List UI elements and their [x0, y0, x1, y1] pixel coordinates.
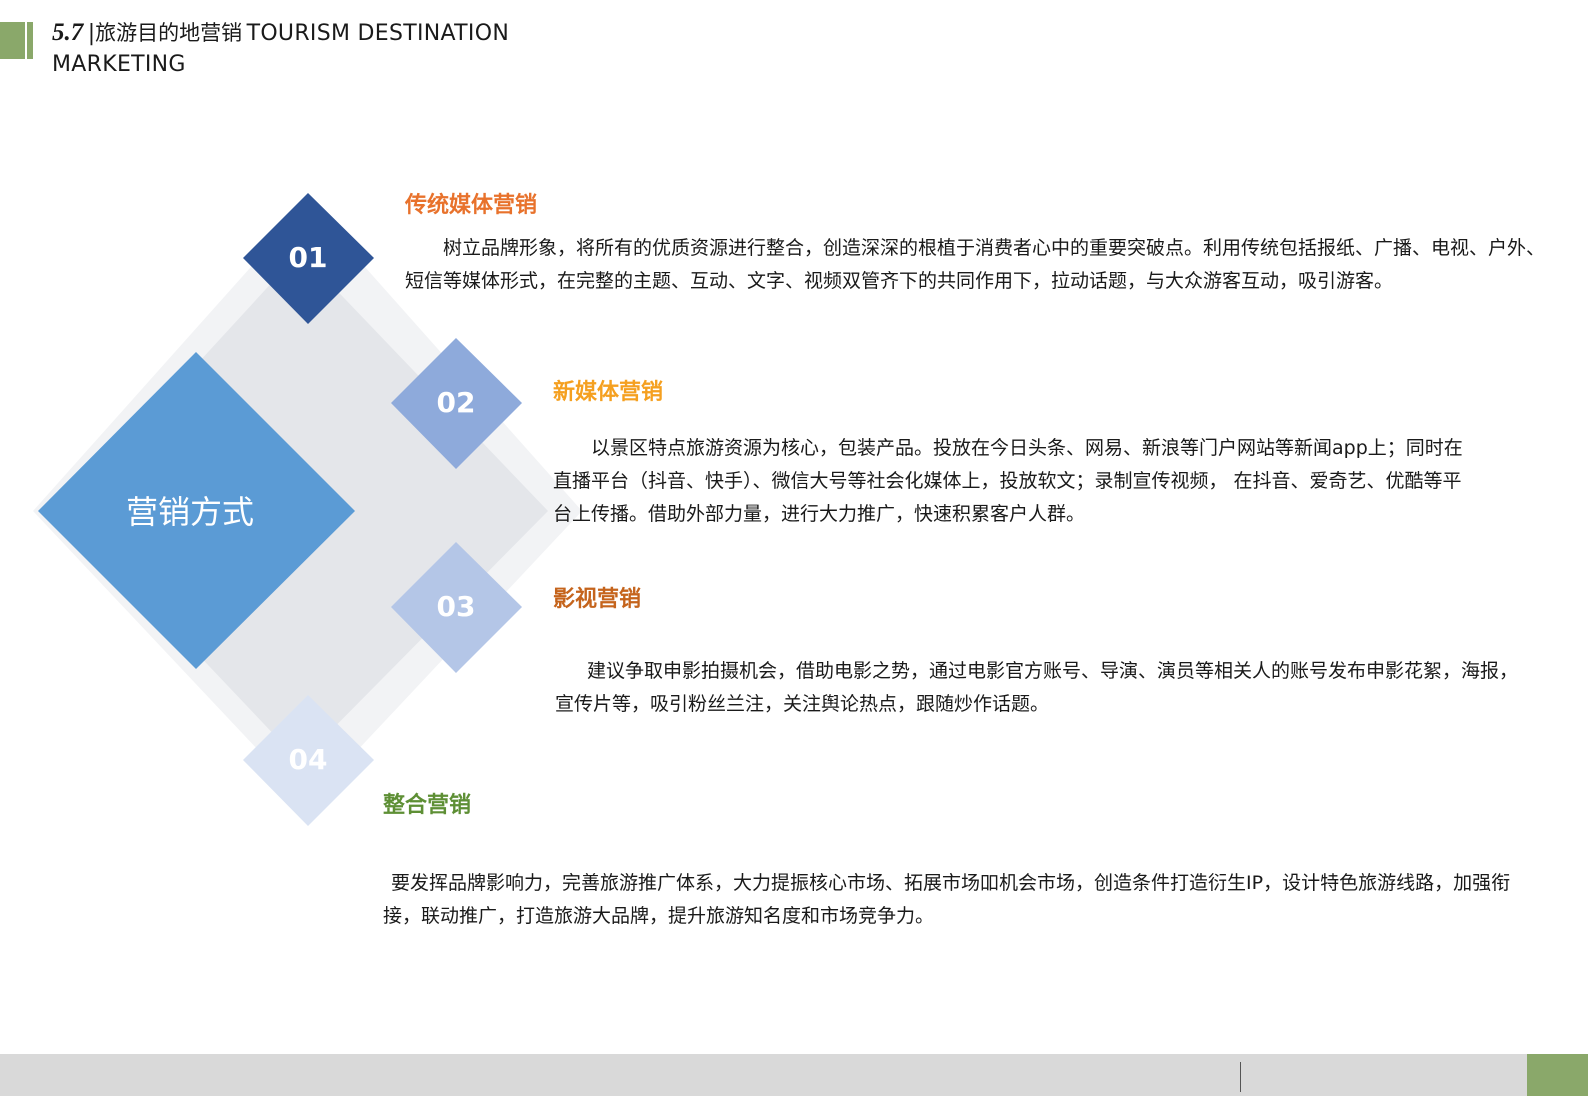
footer-bar	[0, 1054, 1588, 1096]
item-04-text: 要发挥品牌影响力，完善旅游推广体系，大力提振核心市场、拓展市场吅机会市场，创造条…	[383, 872, 1511, 927]
diamond-02-number: 02	[437, 386, 476, 419]
item-03-title: 影视营销	[553, 587, 642, 612]
item-01-title: 传统媒体营销	[405, 193, 538, 218]
diamond-04-number: 04	[289, 743, 328, 776]
center-label: 营销方式	[126, 493, 254, 531]
item-04-title: 整合营销	[383, 793, 472, 818]
footer-corner-block	[1527, 1054, 1588, 1096]
diamond-01-number: 01	[289, 241, 328, 274]
diamond-03-number: 03	[437, 590, 476, 623]
footer-divider	[1240, 1062, 1241, 1092]
item-03-text: 建议争取申影拍摄机会，借助电影之势，通过电影官方账号、导演、演员等相关人的账号发…	[555, 660, 1519, 715]
item-02-text: 以景区特点旅游资源为核心，包装产品。投放在今日头条、网易、新浪等门户网站等新闻a…	[553, 437, 1463, 525]
item-01-text: 树立品牌形象，将所有的优质资源进行整合，创造深深的根植于消费者心中的重要突破点。…	[405, 237, 1546, 292]
item-02-title: 新媒体营销	[553, 380, 664, 405]
